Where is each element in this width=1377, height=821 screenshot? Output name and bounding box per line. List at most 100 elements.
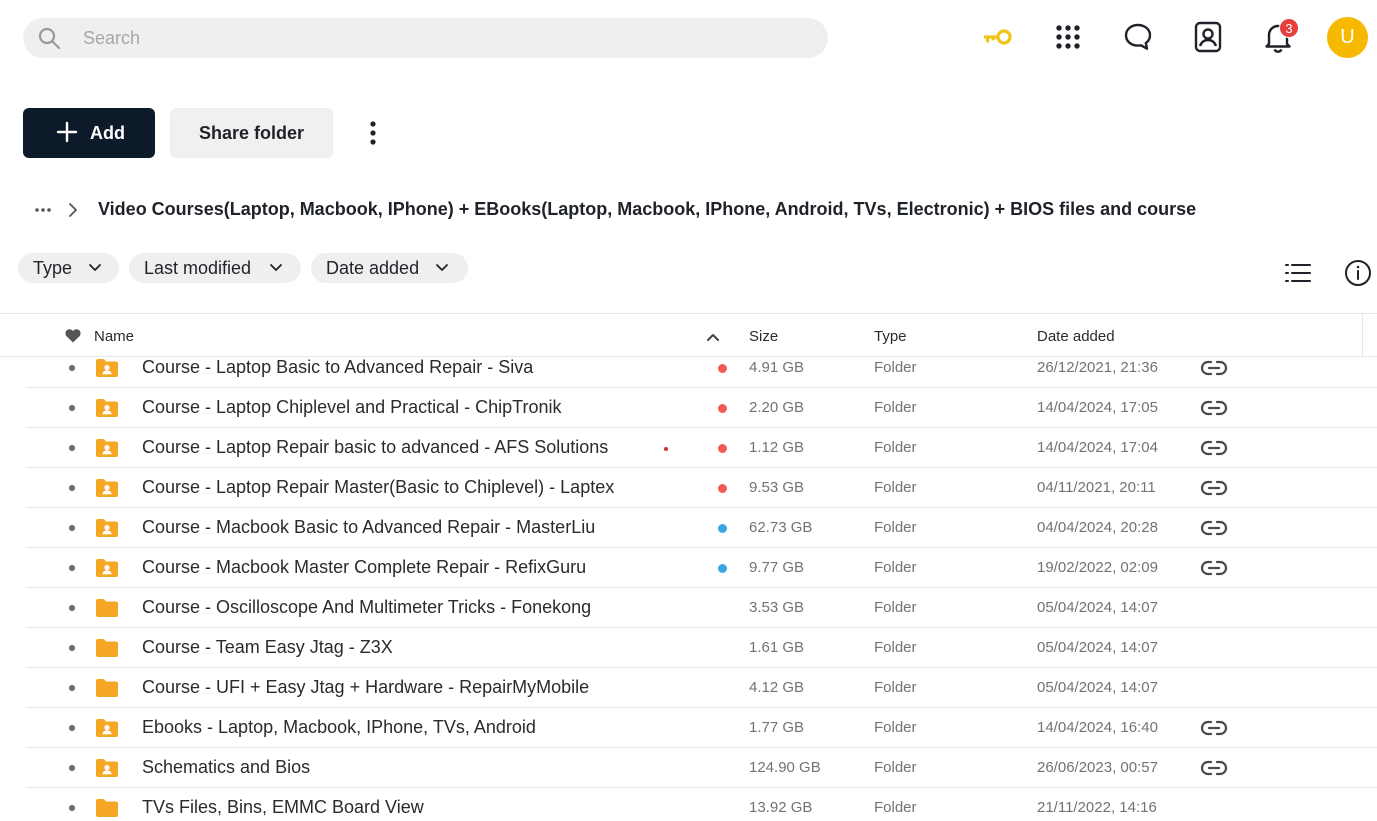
row-name[interactable]: Course - Laptop Repair basic to advanced… — [142, 437, 608, 458]
filter-last-modified-label: Last modified — [144, 257, 252, 278]
row-date-added: 14/04/2024, 17:05 — [1037, 399, 1158, 416]
column-name[interactable]: Name — [94, 328, 134, 345]
list-view-icon[interactable] — [1284, 261, 1312, 285]
row-name[interactable]: Course - Macbook Master Complete Repair … — [142, 557, 586, 578]
row-name[interactable]: Course - Laptop Basic to Advanced Repair… — [142, 357, 533, 378]
plus-icon — [56, 121, 78, 143]
color-label-dot — [718, 524, 727, 533]
row-date-added: 05/04/2024, 14:07 — [1037, 639, 1158, 656]
shared-folder-icon — [95, 478, 119, 498]
row-name[interactable]: Course - Oscilloscope And Multimeter Tri… — [142, 597, 591, 618]
table-row[interactable]: Course - Macbook Master Complete Repair … — [26, 548, 1377, 588]
color-label-dot — [718, 444, 727, 453]
row-date-added: 14/04/2024, 17:04 — [1037, 439, 1158, 456]
color-label-dot — [718, 564, 727, 573]
avatar[interactable]: U — [1327, 17, 1368, 58]
table-row[interactable]: Ebooks - Laptop, Macbook, IPhone, TVs, A… — [26, 708, 1377, 748]
link-icon[interactable] — [1200, 519, 1228, 537]
row-name[interactable]: Course - UFI + Easy Jtag + Hardware - Re… — [142, 677, 589, 698]
table-row[interactable]: Course - Team Easy Jtag - Z3X 1.61 GB Fold… — [26, 628, 1377, 668]
link-icon[interactable] — [1200, 559, 1228, 577]
row-type: Folder — [874, 439, 917, 456]
table-row[interactable]: Course - Laptop Chiplevel and Practical … — [26, 388, 1377, 428]
chat-button[interactable] — [1119, 18, 1157, 56]
row-size: 4.91 GB — [749, 359, 805, 376]
row-type: Folder — [874, 399, 917, 416]
filter-date-added[interactable]: Date added — [311, 253, 468, 283]
filter-type[interactable]: Type — [18, 253, 119, 283]
table-row[interactable]: Course - Macbook Basic to Advanced Repai… — [26, 508, 1377, 548]
shared-folder-icon — [95, 398, 119, 418]
column-size[interactable]: Size — [749, 328, 778, 345]
breadcrumb-ellipsis-icon[interactable] — [33, 198, 53, 222]
column-date-added[interactable]: Date added — [1037, 328, 1115, 345]
row-name[interactable]: Course - Macbook Basic to Advanced Repai… — [142, 517, 595, 538]
row-date-added: 04/04/2024, 20:28 — [1037, 519, 1158, 536]
contacts-icon — [1194, 21, 1222, 53]
row-bullet — [69, 365, 75, 371]
more-options-icon[interactable] — [358, 118, 388, 148]
folder-icon — [95, 798, 119, 818]
row-date-added: 21/11/2022, 14:16 — [1037, 799, 1157, 816]
row-name[interactable]: Ebooks - Laptop, Macbook, IPhone, TVs, A… — [142, 717, 536, 738]
shared-folder-icon — [95, 558, 119, 578]
share-folder-button[interactable]: Share folder — [170, 108, 333, 158]
info-icon[interactable] — [1344, 259, 1372, 287]
column-type[interactable]: Type — [874, 328, 907, 345]
color-label-dot — [718, 404, 727, 413]
row-size: 1.61 GB — [749, 639, 805, 656]
chat-icon — [1124, 23, 1152, 50]
apps-button[interactable] — [1049, 18, 1087, 56]
status-marker — [664, 447, 668, 451]
row-size: 9.53 GB — [749, 479, 805, 496]
folder-icon — [95, 678, 119, 698]
row-bullet — [69, 685, 75, 691]
link-icon[interactable] — [1200, 479, 1228, 497]
row-bullet — [69, 485, 75, 491]
row-date-added: 05/04/2024, 14:07 — [1037, 679, 1158, 696]
table-row[interactable]: Schematics and Bios 124.90 GB Folder 26/06/… — [26, 748, 1377, 788]
row-name[interactable]: Schematics and Bios — [142, 757, 310, 778]
row-type: Folder — [874, 359, 917, 376]
row-type: Folder — [874, 519, 917, 536]
key-icon-button[interactable] — [978, 18, 1016, 56]
heart-icon[interactable] — [65, 328, 81, 343]
filter-last-modified[interactable]: Last modified — [129, 253, 301, 283]
row-type: Folder — [874, 719, 917, 736]
row-bullet — [69, 445, 75, 451]
row-date-added: 05/04/2024, 14:07 — [1037, 599, 1158, 616]
link-icon[interactable] — [1200, 759, 1228, 777]
chevron-down-icon — [89, 264, 101, 271]
table-row[interactable]: Course - Laptop Repair Master(Basic to C… — [26, 468, 1377, 508]
search-input[interactable] — [83, 18, 803, 58]
row-date-added: 19/02/2022, 02:09 — [1037, 559, 1158, 576]
link-icon[interactable] — [1200, 399, 1228, 417]
row-name[interactable]: Course - Laptop Chiplevel and Practical … — [142, 397, 562, 418]
table-row[interactable]: Course - UFI + Easy Jtag + Hardware - Re… — [26, 668, 1377, 708]
row-size: 4.12 GB — [749, 679, 805, 696]
table-row[interactable]: TVs Files, Bins, EMMC Board View 13.92 GB… — [26, 788, 1377, 821]
row-type: Folder — [874, 559, 917, 576]
row-type: Folder — [874, 799, 917, 816]
row-name[interactable]: Course - Laptop Repair Master(Basic to C… — [142, 477, 614, 498]
search-icon — [38, 27, 61, 50]
shared-folder-icon — [95, 518, 119, 538]
table-row[interactable]: Course - Oscilloscope And Multimeter Tri… — [26, 588, 1377, 628]
row-date-added: 04/11/2021, 20:11 — [1037, 479, 1156, 496]
table-row[interactable]: Course - Laptop Basic to Advanced Repair… — [26, 348, 1377, 388]
row-date-added: 26/12/2021, 21:36 — [1037, 359, 1158, 376]
row-size: 3.53 GB — [749, 599, 805, 616]
link-icon[interactable] — [1200, 719, 1228, 737]
sort-ascending-icon[interactable] — [706, 332, 720, 342]
row-name[interactable]: TVs Files, Bins, EMMC Board View — [142, 797, 424, 818]
row-date-added: 26/06/2023, 00:57 — [1037, 759, 1158, 776]
row-name[interactable]: Course - Team Easy Jtag - Z3X — [142, 637, 393, 658]
link-icon[interactable] — [1200, 359, 1228, 377]
chevron-down-icon — [270, 264, 282, 271]
link-icon[interactable] — [1200, 439, 1228, 457]
search-bar[interactable] — [23, 18, 828, 58]
table-row[interactable]: Course - Laptop Repair basic to advanced… — [26, 428, 1377, 468]
add-button[interactable]: Add — [23, 108, 155, 158]
color-label-dot — [718, 484, 727, 493]
contacts-button[interactable] — [1189, 18, 1227, 56]
